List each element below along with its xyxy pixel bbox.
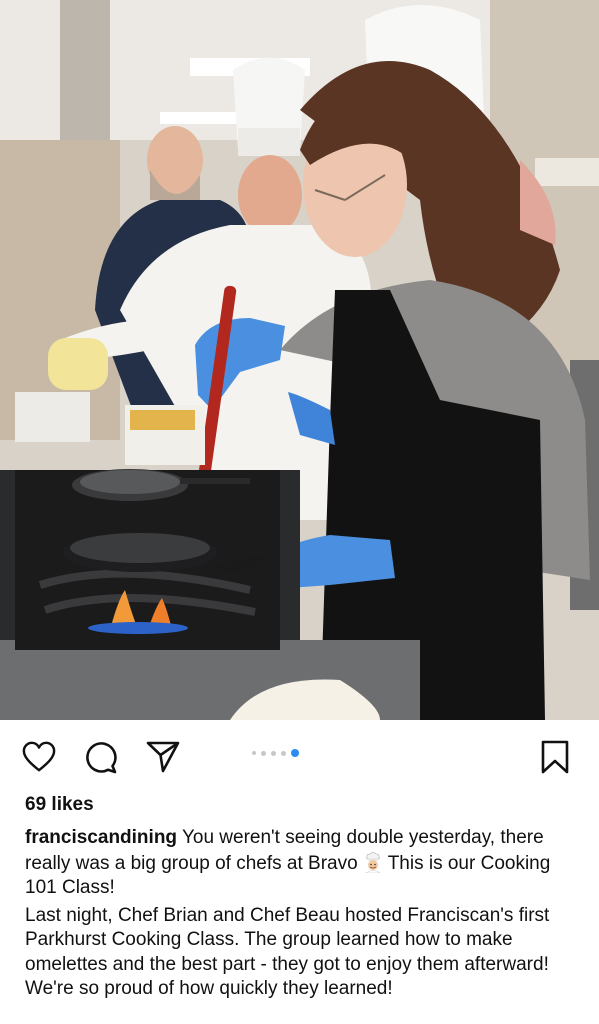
cooking-class-photo bbox=[0, 0, 599, 720]
carousel-dot bbox=[271, 750, 276, 756]
comment-icon[interactable] bbox=[84, 740, 118, 774]
carousel-dot bbox=[252, 751, 256, 755]
bookmark-icon[interactable] bbox=[538, 740, 572, 774]
caption-paragraph: Last night, Chef Brian and Chef Beau hos… bbox=[25, 904, 550, 1000]
carousel-indicator bbox=[252, 749, 299, 757]
post-photo[interactable] bbox=[0, 0, 599, 720]
post-action-bar bbox=[0, 720, 599, 792]
heart-icon[interactable] bbox=[22, 740, 56, 774]
likes-count[interactable]: 69 likes bbox=[25, 794, 94, 816]
paper-plane-icon[interactable] bbox=[146, 740, 180, 774]
carousel-dot bbox=[281, 750, 286, 756]
cook-emoji-icon bbox=[362, 851, 384, 873]
caption-username[interactable]: franciscandining bbox=[25, 827, 177, 848]
carousel-dot-active bbox=[291, 749, 299, 757]
post-caption: franciscandining You weren't seeing doub… bbox=[25, 826, 575, 1002]
carousel-dot bbox=[261, 750, 266, 756]
